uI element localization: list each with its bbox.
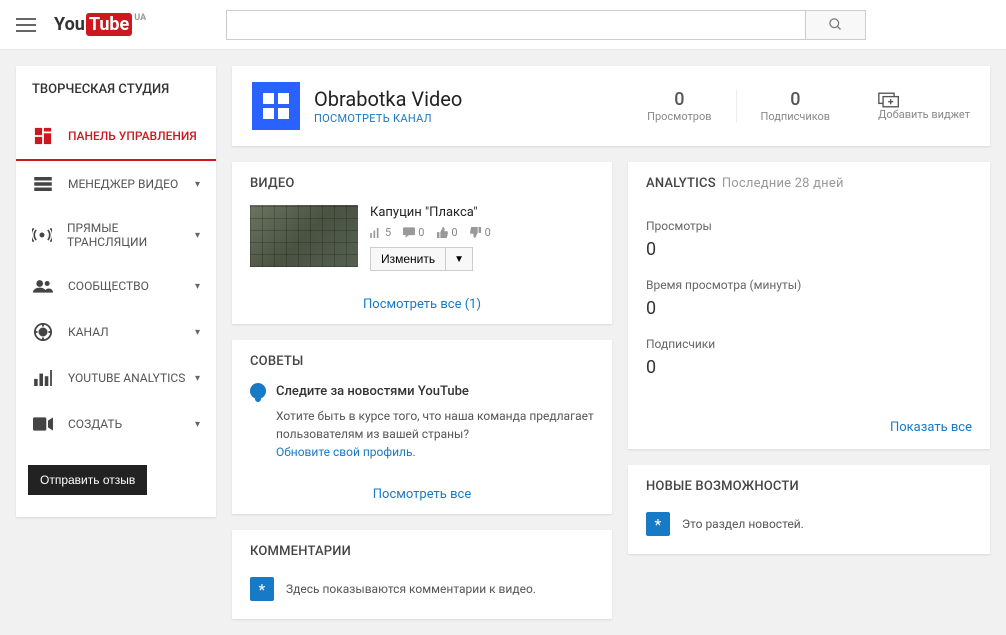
sidebar-item-label: КАНАЛ	[68, 325, 109, 339]
videos-view-all-link[interactable]: Посмотреть все (1)	[363, 297, 481, 312]
sidebar-item-community[interactable]: СООБЩЕСТВО ▾	[16, 263, 216, 309]
metric-watch-time: Время просмотра (минуты) 0	[646, 278, 972, 319]
edit-dropdown[interactable]: ▼	[446, 247, 473, 271]
sidebar-item-channel[interactable]: КАНАЛ ▾	[16, 309, 216, 355]
search-button[interactable]	[806, 10, 866, 40]
edit-button[interactable]: Изменить	[370, 247, 446, 271]
video-item: Капуцин "Плакса" 5 0 0 0 Изменить ▼	[232, 201, 612, 285]
sidebar-item-label: YOUTUBE ANALYTICS	[68, 371, 185, 385]
video-stats: 5 0 0 0	[370, 226, 491, 239]
analytics-period: Последние 28 дней	[722, 176, 844, 191]
topbar: YouTubeUA	[0, 0, 1006, 50]
view-channel-link[interactable]: ПОСМОТРЕТЬ КАНАЛ	[314, 112, 432, 125]
chevron-down-icon: ▾	[195, 373, 200, 384]
channel-name: Obrabotka Video	[314, 87, 462, 111]
comments-text: Здесь показываются комментарии к видео.	[286, 582, 536, 596]
channel-header: Obrabotka Video ПОСМОТРЕТЬ КАНАЛ 0 Просм…	[232, 66, 990, 146]
tips-title: СОВЕТЫ	[232, 340, 612, 379]
metric-subscribers: Подписчики 0	[646, 337, 972, 378]
news-title: НОВЫЕ ВОЗМОЖНОСТИ	[628, 465, 990, 504]
community-icon	[32, 277, 54, 295]
chevron-down-icon: ▾	[195, 281, 200, 292]
sidebar: ТВОРЧЕСКАЯ СТУДИЯ ПАНЕЛЬ УПРАВЛЕНИЯ МЕНЕ…	[16, 66, 216, 517]
sidebar-item-dashboard[interactable]: ПАНЕЛЬ УПРАВЛЕНИЯ	[16, 113, 216, 161]
tips-view-all-link[interactable]: Посмотреть все	[373, 487, 471, 502]
sidebar-title: ТВОРЧЕСКАЯ СТУДИЯ	[16, 66, 216, 113]
sidebar-item-label: СООБЩЕСТВО	[68, 279, 149, 293]
comments-title: КОММЕНТАРИИ	[232, 530, 612, 569]
search-input[interactable]	[226, 10, 806, 40]
sidebar-item-video-manager[interactable]: МЕНЕДЖЕР ВИДЕО ▾	[16, 161, 216, 207]
sidebar-item-label: СОЗДАТЬ	[68, 417, 122, 431]
dashboard-icon	[32, 127, 54, 145]
sidebar-item-label: ПАНЕЛЬ УПРАВЛЕНИЯ	[68, 129, 197, 143]
videos-title: ВИДЕО	[232, 162, 612, 201]
stat-views: 0 Просмотров	[623, 89, 735, 123]
logo-country: UA	[134, 13, 146, 23]
analytics-show-all-link[interactable]: Показать все	[890, 420, 972, 435]
chevron-down-icon: ▾	[195, 327, 200, 338]
analytics-icon	[32, 369, 54, 387]
sidebar-item-label: МЕНЕДЖЕР ВИДЕО	[68, 177, 178, 191]
person-icon	[250, 383, 266, 399]
analytics-title: ANALYTICSПоследние 28 дней	[628, 162, 990, 201]
search-wrap	[226, 10, 866, 40]
dislikes-icon: 0	[470, 226, 491, 239]
videos-card: ВИДЕО Капуцин "Плакса" 5 0 0 0	[232, 162, 612, 324]
views-icon: 5	[370, 226, 391, 239]
menu-icon[interactable]	[16, 14, 36, 36]
likes-icon: 0	[436, 226, 457, 239]
youtube-logo[interactable]: YouTubeUA	[54, 13, 146, 36]
stat-subscribers: 0 Подписчиков	[736, 89, 855, 123]
asterisk-icon: *	[646, 512, 670, 536]
metric-views: Просмотры 0	[646, 219, 972, 260]
add-widget-icon	[878, 92, 970, 108]
video-thumbnail[interactable]	[250, 205, 358, 267]
sidebar-item-create[interactable]: СОЗДАТЬ ▾	[16, 401, 216, 447]
comments-icon: 0	[403, 226, 424, 239]
tip-heading: Следите за новостями YouTube	[276, 384, 469, 399]
tip-link[interactable]: Обновите свой профиль.	[276, 445, 416, 459]
channel-avatar[interactable]	[252, 82, 300, 130]
add-widget-button[interactable]: Добавить виджет	[854, 92, 970, 121]
chevron-down-icon: ▾	[195, 179, 200, 190]
video-title[interactable]: Капуцин "Плакса"	[370, 205, 491, 220]
feedback-button[interactable]: Отправить отзыв	[28, 465, 147, 495]
sidebar-item-live[interactable]: ПРЯМЫЕ ТРАНСЛЯЦИИ ▾	[16, 207, 216, 263]
comments-card: КОММЕНТАРИИ * Здесь показываются коммент…	[232, 530, 612, 619]
analytics-card: ANALYTICSПоследние 28 дней Просмотры 0 В…	[628, 162, 990, 449]
news-card: НОВЫЕ ВОЗМОЖНОСТИ * Это раздел новостей.	[628, 465, 990, 554]
create-icon	[32, 415, 54, 433]
sidebar-item-label: ПРЯМЫЕ ТРАНСЛЯЦИИ	[67, 221, 195, 249]
news-text: Это раздел новостей.	[682, 517, 804, 531]
video-manager-icon	[32, 175, 54, 193]
live-icon	[32, 226, 53, 244]
chevron-down-icon: ▾	[195, 419, 200, 430]
asterisk-icon: *	[250, 577, 274, 601]
search-icon	[828, 17, 843, 32]
sidebar-item-analytics[interactable]: YOUTUBE ANALYTICS ▾	[16, 355, 216, 401]
channel-icon	[32, 323, 54, 341]
chevron-down-icon: ▾	[195, 230, 200, 241]
tip-text: Хотите быть в курсе того, что наша коман…	[276, 409, 594, 441]
tips-card: СОВЕТЫ Следите за новостями YouTube Хоти…	[232, 340, 612, 514]
